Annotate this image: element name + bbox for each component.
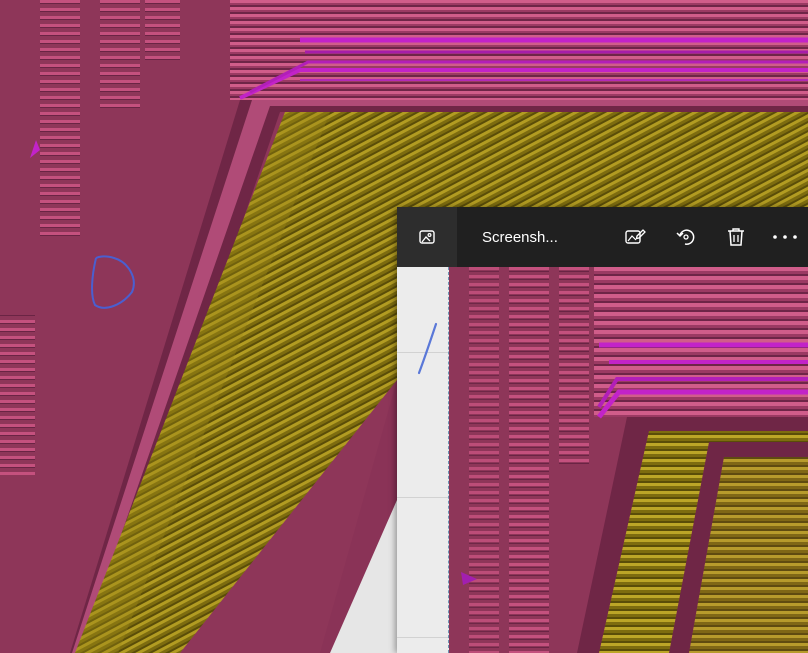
more-options-icon <box>772 233 798 241</box>
drawing-margin-strip[interactable] <box>397 267 449 653</box>
image-icon[interactable] <box>397 207 457 267</box>
displayed-screenshot-image <box>449 267 808 653</box>
ink-stroke <box>417 322 438 375</box>
rotate-button[interactable] <box>668 219 704 255</box>
photos-viewer-window: Screensh... <box>397 207 808 653</box>
viewer-image-area <box>397 267 808 653</box>
viewer-title-bar: Screensh... <box>397 207 808 267</box>
rotate-icon <box>675 226 697 248</box>
delete-button[interactable] <box>718 219 754 255</box>
file-name-title: Screensh... <box>482 229 558 246</box>
trash-icon <box>725 226 747 248</box>
more-options-button[interactable] <box>767 219 803 255</box>
edit-image-icon <box>624 226 646 248</box>
edit-image-button[interactable] <box>617 219 653 255</box>
